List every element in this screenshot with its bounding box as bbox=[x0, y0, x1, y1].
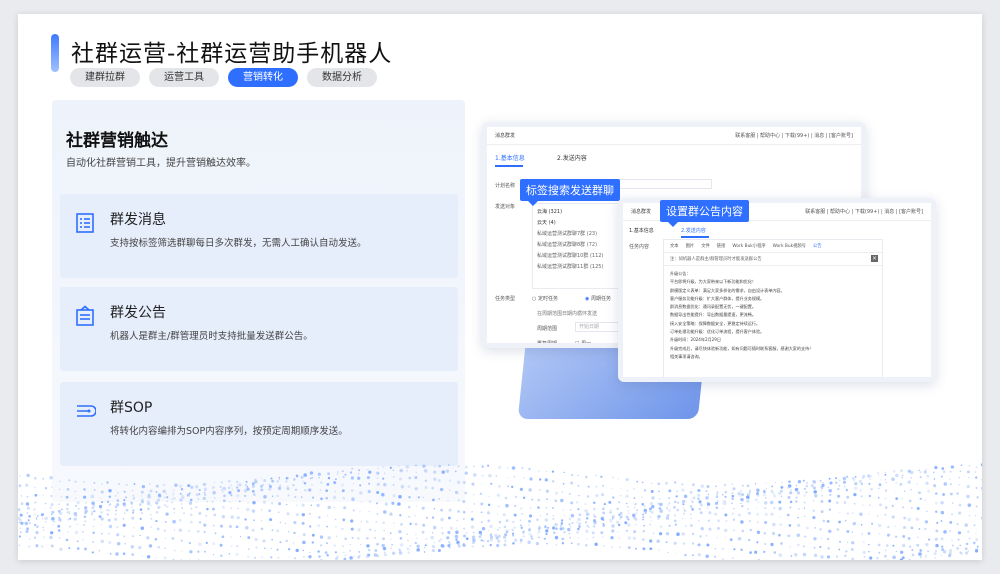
tab-link[interactable]: 链接 bbox=[717, 243, 726, 249]
step-basic-info[interactable]: 1.基本信息 bbox=[629, 227, 654, 234]
field-type-label: 任务类型 bbox=[495, 296, 516, 302]
announcement-note: 注：如机器人是群主/群管理员时才能发送群公告 bbox=[664, 253, 882, 266]
document-list-icon bbox=[76, 213, 94, 233]
radio-cycle[interactable]: ◉ 周期任务 bbox=[585, 295, 611, 302]
repeat-label: 重复周期 bbox=[537, 341, 558, 347]
feature-desc: 支持按标签筛选群聊每日多次群发，无需人工确认自动发送。 bbox=[110, 238, 367, 249]
content-type-tabs: 文本 图片 文件 链接 Work Buk小程序 Work Buk视频号 公告 bbox=[664, 240, 882, 253]
announcement-line: 数据导出性能提升：导出数据量提速，更流畅。 bbox=[670, 312, 756, 318]
announcement-title: 升级公告： bbox=[670, 271, 691, 276]
tab-build-group[interactable]: 建群拉群 bbox=[70, 68, 140, 87]
field-plan-label: 计划名称 bbox=[495, 183, 516, 189]
tab-video-account[interactable]: Work Buk视频号 bbox=[773, 243, 806, 249]
toolbar-links[interactable]: 联系客服 | 帮助中心 | 下载(99+) | 消息 | [客户账号] bbox=[805, 203, 923, 221]
radio-cycle-label: 周期任务 bbox=[590, 296, 611, 302]
toolbar-links[interactable]: 联系客服 | 帮助中心 | 下载(99+) | 消息 | [客户账号] bbox=[735, 127, 853, 145]
callout-announcement: 设置群公告内容 bbox=[660, 200, 749, 227]
feature-card-announcement: 群发公告 机器人是群主/群管理员时支持批量发送群公告。 bbox=[60, 287, 458, 371]
feature-title: 群SOP bbox=[110, 400, 153, 416]
tab-marketing[interactable]: 营销转化 bbox=[228, 68, 298, 87]
tab-miniprogram[interactable]: Work Buk小程序 bbox=[732, 243, 765, 249]
announcement-line: 接入安全策略：保障数据安全，更稳定持续运行。 bbox=[670, 320, 761, 326]
tab-image[interactable]: 图片 bbox=[686, 243, 695, 249]
announcement-line: 群模版定义表单：满足大家多样化的需求，自由设计表单内容。 bbox=[670, 287, 785, 293]
cycle-hint: 在周期范围日期内循环发送 bbox=[537, 311, 598, 317]
announcement-body: 升级公告： 平台即将升级，为大家带来以下新功能和优化！ 群模版定义表单：满足大家… bbox=[664, 266, 882, 365]
announcement-sign: 相关事项请咨询。 bbox=[670, 353, 703, 359]
sop-flow-icon bbox=[77, 405, 96, 417]
tab-file[interactable]: 文件 bbox=[701, 243, 710, 249]
announcement-line: 客户服务功能升级：扩大客户群体，提升业务规模。 bbox=[670, 295, 765, 301]
close-icon[interactable]: × bbox=[871, 255, 878, 262]
window-title-bar: 消息群发 联系客服 | 帮助中心 | 下载(99+) | 消息 | [客户账号] bbox=[487, 127, 861, 145]
field-content-label: 任务内容 bbox=[629, 244, 650, 250]
field-target-label: 发送对象 bbox=[495, 204, 516, 210]
radio-timed[interactable]: ○ 定时任务 bbox=[532, 295, 558, 302]
step-underline bbox=[681, 236, 709, 238]
content-editor[interactable]: 文本 图片 文件 链接 Work Buk小程序 Work Buk视频号 公告 注… bbox=[663, 239, 883, 377]
announcement-line: 群消息数据优化：通讯录配置无忧，一键配置。 bbox=[670, 304, 756, 310]
feature-desc: 将转化内容编排为SOP内容序列，按预定周期顺序发送。 bbox=[110, 426, 348, 437]
step-underline bbox=[495, 165, 523, 167]
tab-ops-tools[interactable]: 运营工具 bbox=[149, 68, 219, 87]
feature-card-mass-message: 群发消息 支持按标签筛选群聊每日多次群发，无需人工确认自动发送。 bbox=[60, 194, 458, 278]
feature-desc: 机器人是群主/群管理员时支持批量发送群公告。 bbox=[110, 331, 313, 342]
feature-title: 群发公告 bbox=[110, 305, 166, 321]
window-title: 消息群发 bbox=[495, 133, 516, 139]
announcement-line: 订单处理功能升级：优化订单流程，提升客户体验。 bbox=[670, 329, 765, 335]
announcement-line: 平台即将升级，为大家带来以下新功能和优化！ bbox=[670, 279, 756, 285]
announcement-closing: 升级完成后，请尽快体验新功能，如有问题可随时联系客服，感谢大家的支持！ bbox=[670, 345, 814, 351]
checkbox-monday[interactable]: ☐ 周一 bbox=[575, 340, 592, 347]
section-title: 社群营销触达 bbox=[66, 131, 168, 151]
decorative-dot-wave bbox=[18, 463, 982, 560]
window-title: 消息群发 bbox=[631, 209, 652, 215]
tab-announcement[interactable]: 公告 bbox=[813, 243, 822, 249]
category-tabs: 建群拉群 运营工具 营销转化 数据分析 bbox=[70, 68, 377, 87]
radio-timed-label: 定时任务 bbox=[537, 296, 558, 302]
callout-tag-search: 标签搜索发送群聊 bbox=[520, 179, 620, 206]
section-subtitle: 自动化社群营销工具，提升营销触达效率。 bbox=[66, 158, 256, 169]
tab-text[interactable]: 文本 bbox=[670, 243, 679, 249]
feature-title: 群发消息 bbox=[110, 212, 166, 228]
tab-analytics[interactable]: 数据分析 bbox=[307, 68, 377, 87]
step-basic-info[interactable]: 1.基本信息 bbox=[495, 153, 525, 162]
step-send-content[interactable]: 2.发送内容 bbox=[557, 153, 587, 162]
announcement-icon bbox=[76, 305, 94, 326]
title-accent-bar bbox=[51, 34, 59, 72]
page-title: 社群运营-社群运营助手机器人 bbox=[71, 41, 393, 67]
checkbox-monday-label: 周一 bbox=[581, 341, 592, 347]
screenshot-announcement: 消息群发 联系客服 | 帮助中心 | 下载(99+) | 消息 | [客户账号]… bbox=[618, 198, 936, 382]
announcement-time: 升级时间：2024年2月29日 bbox=[670, 337, 721, 343]
cycle-range-label: 周期范围 bbox=[537, 326, 558, 332]
step-send-content[interactable]: 2.发送内容 bbox=[681, 227, 706, 234]
slide: 社群运营-社群运营助手机器人 建群拉群 运营工具 营销转化 数据分析 社群营销触… bbox=[18, 14, 982, 560]
